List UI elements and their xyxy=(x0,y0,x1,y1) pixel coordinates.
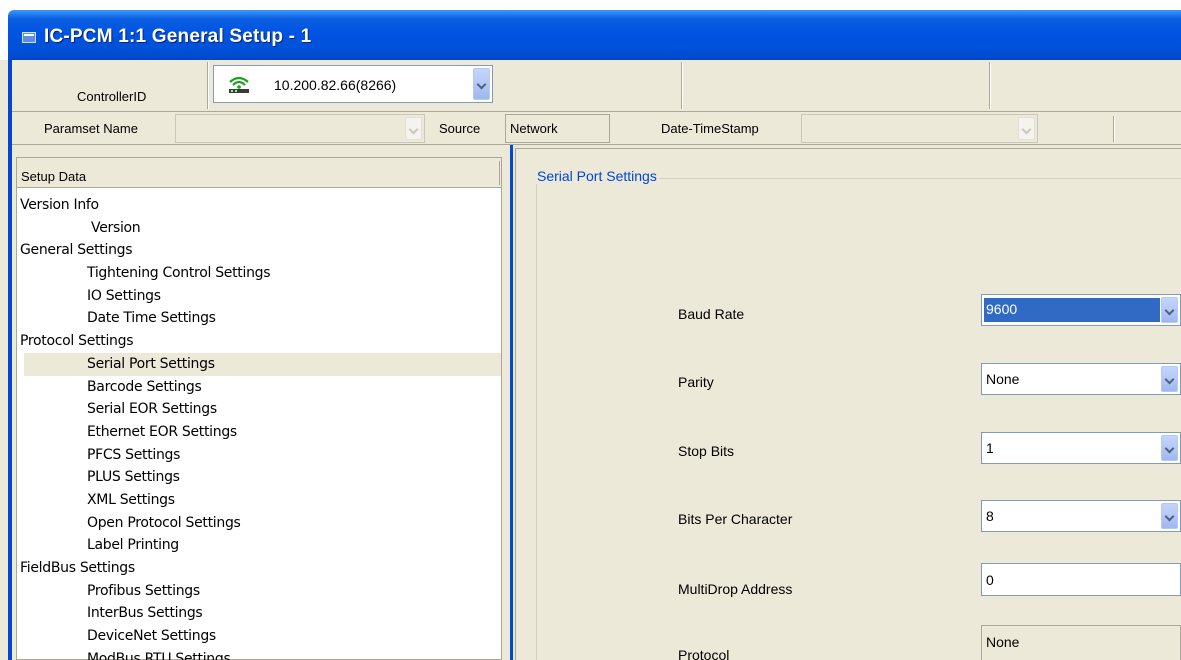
splitter-bar[interactable] xyxy=(510,145,513,660)
date-timestamp-select[interactable] xyxy=(801,114,1038,143)
baud-rate-select[interactable]: 9600 xyxy=(981,294,1181,326)
parity-select[interactable]: None xyxy=(981,363,1181,395)
setup-data-tree: Version Info Version General Settings Tight… xyxy=(17,194,501,660)
paramset-name-select[interactable] xyxy=(175,114,425,143)
tree-item-interbus-settings[interactable]: InterBus Settings xyxy=(17,602,501,625)
stop-bits-value: 1 xyxy=(986,440,994,456)
tree-item-protocol-settings[interactable]: Protocol Settings xyxy=(17,330,501,353)
chevron-down-icon[interactable] xyxy=(1161,503,1178,529)
parity-value: None xyxy=(986,371,1020,387)
protocol-value: None xyxy=(986,634,1020,650)
separator xyxy=(499,161,500,185)
multidrop-address-input[interactable]: 0 xyxy=(981,563,1181,596)
separator xyxy=(681,62,682,109)
source-label: Source xyxy=(439,121,481,136)
bits-per-character-value: 8 xyxy=(986,508,994,524)
paramset-name-label: Paramset Name xyxy=(44,121,138,136)
tree-item-date-time-settings[interactable]: Date Time Settings xyxy=(17,307,501,330)
separator xyxy=(1113,116,1114,142)
controller-row xyxy=(12,60,1181,112)
bits-per-character-select[interactable]: 8 xyxy=(981,500,1181,532)
tree-item-barcode-settings[interactable]: Barcode Settings xyxy=(17,376,501,399)
tree-item-io-settings[interactable]: IO Settings xyxy=(17,285,501,308)
multidrop-address-value: 0 xyxy=(986,572,994,588)
protocol-field: None xyxy=(981,625,1181,660)
title-bar: IC-PCM 1:1 General Setup - 1 xyxy=(0,0,1181,60)
chevron-down-icon[interactable] xyxy=(1161,435,1178,461)
source-field: Network xyxy=(505,114,610,143)
tree-item-xml-settings[interactable]: XML Settings xyxy=(17,489,501,512)
tree-item-fieldbus-settings[interactable]: FieldBus Settings xyxy=(17,557,501,580)
stop-bits-label: Stop Bits xyxy=(678,443,735,459)
chevron-down-icon[interactable] xyxy=(1161,297,1178,323)
setup-data-header[interactable]: Setup Data xyxy=(17,158,501,188)
parity-label: Parity xyxy=(678,374,714,390)
baud-rate-value: 9600 xyxy=(984,298,1160,322)
network-connected-icon xyxy=(229,76,249,93)
serial-port-group-title: Serial Port Settings xyxy=(534,168,660,184)
chevron-down-icon[interactable] xyxy=(1161,366,1178,392)
stop-bits-select[interactable]: 1 xyxy=(981,432,1181,464)
setup-data-header-label: Setup Data xyxy=(21,169,87,184)
tree-item-version-info[interactable]: Version Info xyxy=(17,194,501,217)
tree-item-general-settings[interactable]: General Settings xyxy=(17,239,501,262)
title-bar-fill[interactable]: IC-PCM 1:1 General Setup - 1 xyxy=(8,10,1181,60)
protocol-label: Protocol xyxy=(678,647,730,660)
date-timestamp-label: Date-TimeStamp xyxy=(661,121,759,136)
tree-item-serial-eor-settings[interactable]: Serial EOR Settings xyxy=(17,398,501,421)
tree-item-version[interactable]: Version xyxy=(17,217,501,240)
chevron-down-icon[interactable] xyxy=(473,68,490,100)
tree-item-devicenet-settings[interactable]: DeviceNet Settings xyxy=(17,625,501,648)
controller-id-label: ControllerID xyxy=(77,89,147,104)
tree-item-label-printing[interactable]: Label Printing xyxy=(17,534,501,557)
window-icon[interactable] xyxy=(22,32,36,43)
tree-item-pfcs-settings[interactable]: PFCS Settings xyxy=(17,444,501,467)
setup-data-tree-panel: Setup Data Version Info Version General Se… xyxy=(16,157,502,660)
tree-item-plus-settings[interactable]: PLUS Settings xyxy=(17,466,501,489)
tree-item-ethernet-eor-settings[interactable]: Ethernet EOR Settings xyxy=(17,421,501,444)
source-value: Network xyxy=(510,121,558,136)
multidrop-address-label: MultiDrop Address xyxy=(678,581,793,597)
tree-item-serial-port-settings[interactable]: Serial Port Settings xyxy=(24,352,501,376)
window-title: IC-PCM 1:1 General Setup - 1 xyxy=(44,26,312,47)
separator xyxy=(989,62,990,109)
baud-rate-label: Baud Rate xyxy=(678,306,745,322)
controller-id-value: 10.200.82.66(8266) xyxy=(274,77,397,93)
chevron-down-icon[interactable] xyxy=(405,117,422,140)
controller-id-select[interactable]: 10.200.82.66(8266) xyxy=(213,65,493,103)
tree-item-modbus-rtu-settings[interactable]: ModBus RTU Settings xyxy=(17,648,501,660)
tree-item-tightening-control-settings[interactable]: Tightening Control Settings xyxy=(17,262,501,285)
chevron-down-icon[interactable] xyxy=(1018,117,1035,140)
tree-item-profibus-settings[interactable]: Profibus Settings xyxy=(17,580,501,603)
separator xyxy=(207,62,208,109)
tree-item-open-protocol-settings[interactable]: Open Protocol Settings xyxy=(17,512,501,535)
window-frame-left xyxy=(8,60,12,660)
bits-per-character-label: Bits Per Character xyxy=(678,511,793,527)
